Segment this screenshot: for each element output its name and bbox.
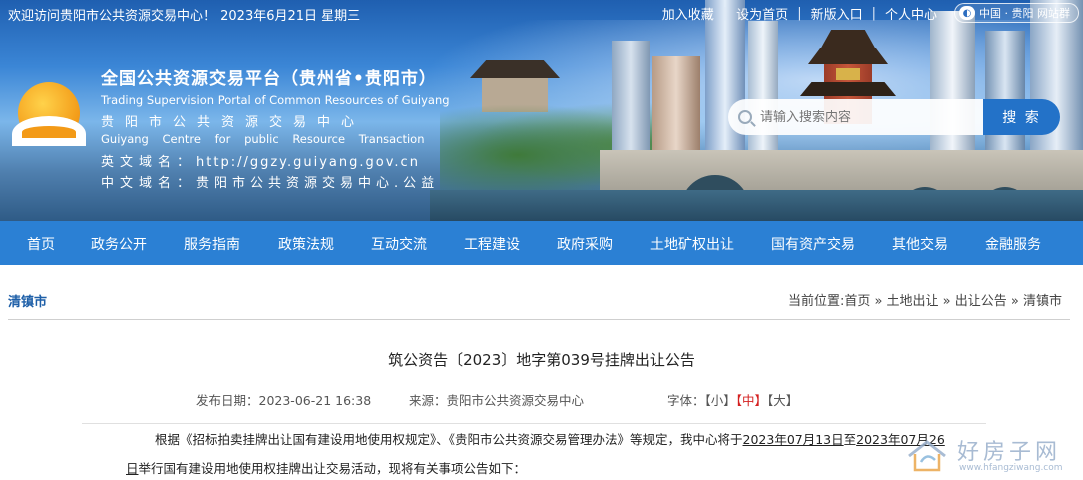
add-favorite-link[interactable]: 加入收藏 bbox=[653, 4, 723, 23]
org-name-en: Guiyang Centre for public Resource Trans… bbox=[101, 132, 425, 146]
nav-item-other-trade[interactable]: 其他交易 bbox=[892, 234, 948, 254]
nav-item-gov-affairs[interactable]: 政务公开 bbox=[91, 234, 147, 254]
house-logo-icon bbox=[908, 440, 946, 472]
site-title-en: Trading Supervision Portal of Common Res… bbox=[101, 93, 450, 107]
search-bar: 搜 索 bbox=[728, 99, 1060, 135]
site-logo-icon[interactable] bbox=[12, 82, 86, 146]
cn-domain-key: 中文域名： bbox=[101, 176, 197, 191]
font-mid-button[interactable]: 【中】 bbox=[736, 393, 767, 408]
search-icon bbox=[738, 110, 752, 124]
article-title: 筑公资告〔2023〕地字第039号挂牌出让公告 bbox=[388, 351, 695, 369]
watermark-url: www.hfangziwang.com bbox=[959, 463, 1063, 473]
breadcrumb[interactable]: 当前位置:首页 » 土地出让 » 出让公告 » 清镇市 bbox=[788, 290, 1062, 309]
font-size-controls: 字体：【小】【中】【大】 bbox=[667, 390, 798, 409]
site-group-label: 中国 · 贵阳 网站群 bbox=[979, 7, 1070, 20]
section-title: 清镇市 bbox=[8, 295, 48, 310]
nav-item-land-mining[interactable]: 土地矿权出让 bbox=[650, 234, 734, 254]
en-domain: 英文域名：http://ggzy.guiyang.gov.cn bbox=[101, 151, 450, 170]
new-version-link[interactable]: 新版入口 bbox=[802, 4, 872, 23]
watermark-text: 好房子网 bbox=[957, 440, 1062, 465]
en-domain-value: http://ggzy.guiyang.gov.cn bbox=[196, 155, 420, 170]
personal-center-link[interactable]: 个人中心 bbox=[876, 4, 946, 23]
site-title-cn: 全国公共资源交易平台（贵州省•贵阳市） bbox=[101, 69, 437, 89]
banner-water bbox=[430, 190, 1083, 221]
nav-item-home[interactable]: 首页 bbox=[27, 234, 55, 254]
top-bar: 欢迎访问贵阳市公共资源交易中心！ 2023年6月21日 星期三 加入收藏 | 设… bbox=[0, 0, 1083, 28]
welcome-text: 欢迎访问贵阳市公共资源交易中心！ 2023年6月21日 星期三 bbox=[8, 9, 361, 24]
paragraph-text: 举行国有建设用地使用权挂牌出让交易活动，现将有关事项公告如下： bbox=[138, 461, 527, 476]
top-links: 加入收藏 | 设为首页 | 新版入口 | 个人中心 ◐ 中国 · 贵阳 网站群 bbox=[653, 3, 1079, 23]
paragraph-text: 至 bbox=[843, 432, 857, 447]
nav-item-state-assets[interactable]: 国有资产交易 bbox=[771, 234, 855, 254]
nav-item-service-guide[interactable]: 服务指南 bbox=[184, 234, 240, 254]
article-paragraph: 日举行国有建设用地使用权挂牌出让交易活动，现将有关事项公告如下： bbox=[126, 458, 526, 477]
org-name-cn: 贵阳市公共资源交易中心 bbox=[101, 115, 366, 130]
search-box bbox=[728, 99, 983, 135]
article-paragraph: 根据《招标拍卖挂牌出让国有建设用地使用权规定》、《贵阳市公共资源交易管理办法》等… bbox=[155, 429, 945, 448]
watermark: 好房子网 www.hfangziwang.com bbox=[903, 434, 1079, 478]
set-homepage-link[interactable]: 设为首页 bbox=[727, 4, 797, 23]
site-group-icon: ◐ bbox=[959, 6, 975, 20]
cn-domain: 中文域名：贵阳市公共资源交易中心.公益 bbox=[101, 172, 450, 191]
nav-item-policies[interactable]: 政策法规 bbox=[278, 234, 334, 254]
site-group-button[interactable]: ◐ 中国 · 贵阳 网站群 bbox=[954, 3, 1079, 23]
paragraph-text: 根据《招标拍卖挂牌出让国有建设用地使用权规定》、《贵阳市公共资源交易管理办法》等… bbox=[155, 432, 743, 447]
en-domain-key: 英文域名： bbox=[101, 155, 197, 170]
nav-item-interaction[interactable]: 互动交流 bbox=[371, 234, 427, 254]
start-date: 2023年07月13日 bbox=[742, 432, 844, 447]
cn-domain-value: 贵阳市公共资源交易中心.公益 bbox=[196, 176, 440, 191]
nav-item-procurement[interactable]: 政府采购 bbox=[557, 234, 613, 254]
header-banner: 欢迎访问贵阳市公共资源交易中心！ 2023年6月21日 星期三 加入收藏 | 设… bbox=[0, 0, 1083, 221]
font-small-button[interactable]: 【小】 bbox=[705, 393, 736, 408]
site-title-block: 全国公共资源交易平台（贵州省•贵阳市） Trading Supervision … bbox=[101, 64, 450, 191]
end-date-day: 日 bbox=[126, 461, 139, 476]
font-size-label: 字体： bbox=[667, 393, 705, 408]
nav-item-finance[interactable]: 金融服务 bbox=[985, 234, 1041, 254]
nav-item-construction[interactable]: 工程建设 bbox=[464, 234, 520, 254]
main-nav: 首页 政务公开 服务指南 政策法规 互动交流 工程建设 政府采购 土地矿权出让 … bbox=[0, 221, 1083, 265]
article-source: 来源：贵阳市公共资源交易中心 bbox=[409, 393, 585, 408]
breadcrumb-bar: 清镇市 当前位置:首页 » 土地出让 » 出让公告 » 清镇市 bbox=[8, 282, 1070, 320]
font-large-button[interactable]: 【大】 bbox=[767, 393, 798, 408]
search-input[interactable] bbox=[760, 109, 960, 125]
publish-date: 发布日期：2023-06-21 16:38 bbox=[196, 393, 372, 408]
search-button[interactable]: 搜 索 bbox=[983, 99, 1060, 135]
divider bbox=[82, 423, 986, 424]
